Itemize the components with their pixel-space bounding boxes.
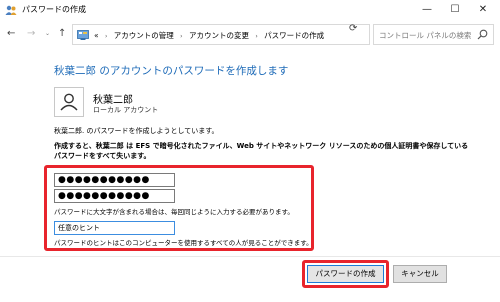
user-icon	[60, 93, 78, 111]
page-heading: 秋葉二郎 のアカウントのパスワードを作成します	[54, 65, 289, 77]
breadcrumb: « › アカウントの管理 › アカウントの変更 › パスワードの作成	[94, 30, 324, 41]
back-arrow-icon[interactable]: ←	[7, 28, 15, 39]
user-avatar	[54, 87, 84, 117]
users-app-icon	[5, 5, 17, 15]
search-icon	[477, 29, 488, 40]
breadcrumb-separator: ›	[255, 33, 258, 40]
breadcrumb-account-management[interactable]: アカウントの管理	[114, 31, 174, 40]
new-password-field[interactable]: ●●●●●●●●●●●	[54, 173, 175, 187]
user-name: 秋葉二郎	[93, 95, 133, 106]
navigation-bar: ← → ⌄ ↑ « › アカウントの管理 › アカウントの変更 › パスワードの…	[0, 20, 500, 50]
forward-arrow-icon[interactable]: →	[27, 28, 35, 39]
breadcrumb-change-account[interactable]: アカウントの変更	[189, 31, 249, 40]
up-arrow-icon[interactable]: ↑	[58, 28, 66, 39]
breadcrumb-separator: ›	[180, 33, 183, 40]
window-title: パスワードの作成	[22, 5, 86, 14]
breadcrumb-overflow[interactable]: «	[94, 31, 99, 40]
hint-note: パスワードのヒントはこのコンピューターを使用するすべての人が見ることができます。	[54, 239, 313, 247]
minimize-button[interactable]: —	[414, 0, 440, 20]
recent-locations-dropdown-icon[interactable]: ⌄	[45, 30, 50, 37]
maximize-button[interactable]: ☐	[442, 0, 468, 20]
search-input[interactable]: コントロール パネルの検索	[373, 24, 494, 45]
search-placeholder: コントロール パネルの検索	[379, 31, 472, 40]
address-bar[interactable]: « › アカウントの管理 › アカウントの変更 › パスワードの作成 ⌄	[72, 24, 408, 45]
footer-divider	[0, 256, 500, 257]
refresh-icon[interactable]: ⟳	[349, 23, 357, 34]
cancel-button[interactable]: キャンセル	[393, 265, 447, 283]
control-panel-icon	[77, 30, 89, 40]
breadcrumb-create-password[interactable]: パスワードの作成	[264, 31, 324, 40]
password-hint-field[interactable]: 任意のヒント	[54, 221, 175, 235]
warning-text: 作成すると、秋葉二郎 は EFS で暗号化されたファイル、Web サイトやネット…	[54, 142, 469, 160]
confirm-password-field[interactable]: ●●●●●●●●●●●	[54, 189, 175, 203]
create-password-button[interactable]: パスワードの作成	[307, 265, 384, 283]
title-bar: パスワードの作成 — ☐ ✕	[0, 0, 500, 20]
close-button[interactable]: ✕	[470, 0, 496, 20]
account-type: ローカル アカウント	[93, 106, 159, 114]
caps-note: パスワードに大文字が含まれる場合は、毎回同じように入力する必要があります。	[54, 208, 294, 216]
intro-text: 秋葉二郎. のパスワードを作成しようとしています。	[54, 127, 219, 135]
breadcrumb-separator: ›	[104, 33, 108, 40]
